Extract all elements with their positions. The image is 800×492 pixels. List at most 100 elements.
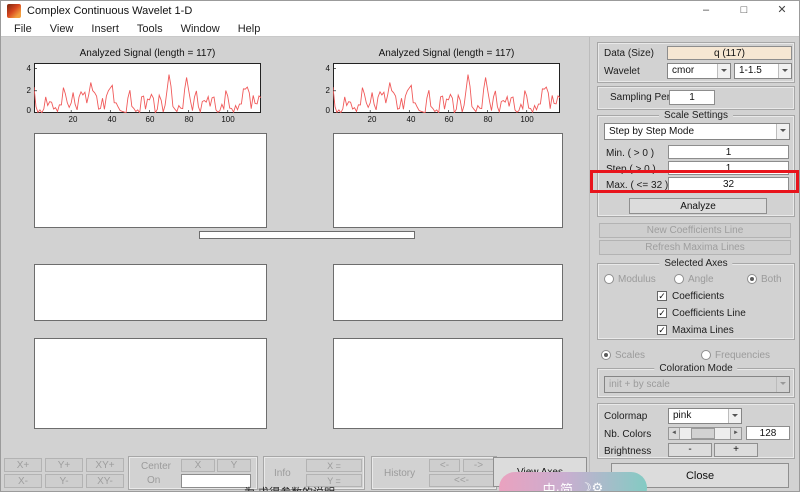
menu-tools[interactable]: Tools bbox=[128, 23, 172, 35]
coefficients-label: Coefficients bbox=[672, 291, 724, 302]
zoom-x-minus-button[interactable]: X- bbox=[4, 474, 42, 488]
sampling-period-group: Sampling Period 1 bbox=[597, 86, 795, 110]
nb-colors-slider[interactable]: ◄ ► bbox=[668, 427, 742, 440]
wavelet-family-dropdown[interactable]: cmor bbox=[667, 63, 731, 79]
colorbar-strip bbox=[199, 231, 415, 239]
menu-insert[interactable]: Insert bbox=[82, 23, 128, 35]
dropdown-arrow-icon bbox=[717, 64, 730, 78]
dropdown-arrow-icon bbox=[776, 124, 789, 139]
both-radio[interactable] bbox=[747, 274, 757, 284]
menu-file[interactable]: File bbox=[5, 23, 41, 35]
history-back-all-button[interactable]: <<- bbox=[429, 474, 494, 487]
brightness-label: Brightness bbox=[604, 446, 651, 457]
scale-mode-dropdown[interactable]: Step by Step Mode bbox=[604, 123, 790, 140]
x-tick-label: 60 bbox=[140, 115, 160, 124]
app-window: Complex Continuous Wavelet 1-D – □ ✕ Fil… bbox=[0, 0, 800, 492]
watermark-text: 中·简 bbox=[543, 479, 573, 492]
zoom-y-minus-button[interactable]: Y- bbox=[45, 474, 83, 488]
wavelet-family-value: cmor bbox=[672, 65, 694, 76]
colormap-value: pink bbox=[673, 410, 691, 421]
watermark: 中·简 ☽⚙ bbox=[499, 472, 647, 492]
slider-left-arrow-icon[interactable]: ◄ bbox=[669, 428, 680, 439]
slider-track[interactable] bbox=[680, 428, 730, 439]
window-title: Complex Continuous Wavelet 1-D bbox=[27, 5, 192, 17]
selected-axes-group: Selected Axes Modulus Angle Both ✓ Coeff… bbox=[597, 263, 795, 340]
menu-bar: File View Insert Tools Window Help bbox=[1, 21, 799, 37]
menu-view[interactable]: View bbox=[41, 23, 83, 35]
sampling-period-input[interactable]: 1 bbox=[669, 90, 715, 105]
frequencies-radio[interactable] bbox=[701, 350, 711, 360]
dropdown-arrow-icon bbox=[778, 64, 791, 78]
maxima-lines-label: Maxima Lines bbox=[672, 325, 734, 336]
scale-settings-title: Scale Settings bbox=[659, 110, 733, 121]
frequencies-label: Frequencies bbox=[715, 350, 770, 361]
y-tick-label: 2 bbox=[317, 86, 330, 95]
panel-divider bbox=[589, 37, 590, 492]
coloration-mode-dropdown[interactable]: init + by scale bbox=[604, 376, 790, 393]
x-tick-label: 20 bbox=[63, 115, 83, 124]
x-tick-label: 80 bbox=[179, 115, 199, 124]
refresh-maxima-lines-button[interactable]: Refresh Maxima Lines bbox=[599, 240, 791, 255]
zoom-x-plus-button[interactable]: X+ bbox=[4, 458, 42, 472]
scale-settings-group: Scale Settings Step by Step Mode Min. ( … bbox=[597, 115, 795, 217]
y-tick-label: 0 bbox=[18, 106, 31, 115]
y-tick-label: 4 bbox=[317, 64, 330, 73]
coefficients-checkbox[interactable]: ✓ bbox=[657, 291, 667, 301]
maximize-icon[interactable]: □ bbox=[725, 1, 763, 21]
zoom-y-plus-button[interactable]: Y+ bbox=[45, 458, 83, 472]
x-tick-label: 60 bbox=[439, 115, 459, 124]
coloration-mode-title: Coloration Mode bbox=[654, 363, 737, 374]
coefficients-line-label: Coefficients Line bbox=[672, 308, 746, 319]
x-tick-label: 40 bbox=[401, 115, 421, 124]
coefficients-line-checkbox[interactable]: ✓ bbox=[657, 308, 667, 318]
dropdown-arrow-icon bbox=[728, 409, 741, 423]
scales-radio[interactable] bbox=[601, 350, 611, 360]
annotation-highlight-box bbox=[590, 170, 799, 193]
center-on-input[interactable] bbox=[181, 474, 251, 488]
zoom-xy-minus-button[interactable]: XY- bbox=[86, 474, 124, 488]
history-group: History <- -> <<- bbox=[371, 456, 497, 490]
nb-colors-input[interactable]: 128 bbox=[746, 426, 790, 440]
wavelet-number-dropdown[interactable]: 1-1.5 bbox=[734, 63, 792, 79]
center-y-button[interactable]: Y bbox=[217, 459, 251, 472]
x-tick-label: 80 bbox=[478, 115, 498, 124]
center-x-button[interactable]: X bbox=[181, 459, 215, 472]
menu-help[interactable]: Help bbox=[229, 23, 270, 35]
min-input[interactable]: 1 bbox=[668, 145, 789, 159]
y-tick-label: 0 bbox=[317, 106, 330, 115]
slider-right-arrow-icon[interactable]: ► bbox=[730, 428, 741, 439]
clipped-caption-text: 为 求得参数的说明 bbox=[244, 484, 335, 492]
analyze-button[interactable]: Analyze bbox=[629, 198, 767, 214]
info-x-field: X = bbox=[306, 459, 362, 472]
coefficients-axes-right bbox=[333, 133, 563, 228]
title-bar: Complex Continuous Wavelet 1-D – □ ✕ bbox=[1, 1, 799, 21]
brightness-minus-button[interactable]: - bbox=[668, 443, 712, 457]
coefficients-line-axes-right bbox=[333, 264, 563, 321]
x-tick-label: 20 bbox=[362, 115, 382, 124]
coloration-mode-group: Coloration Mode init + by scale bbox=[597, 368, 795, 398]
watermark-icons: ☽⚙ bbox=[580, 480, 603, 492]
wavelet-label: Wavelet bbox=[604, 66, 640, 77]
brightness-plus-button[interactable]: + bbox=[714, 443, 758, 457]
new-coefficients-line-button[interactable]: New Coefficients Line bbox=[599, 223, 791, 238]
history-back-button[interactable]: <- bbox=[429, 459, 460, 472]
modulus-label: Modulus bbox=[618, 274, 656, 285]
colormap-dropdown[interactable]: pink bbox=[668, 408, 742, 424]
menu-window[interactable]: Window bbox=[172, 23, 229, 35]
data-wavelet-group: Data (Size) q (117) Wavelet cmor 1-1.5 bbox=[597, 42, 795, 83]
on-label: On bbox=[147, 475, 160, 486]
slider-thumb[interactable] bbox=[691, 428, 715, 439]
zoom-xy-plus-button[interactable]: XY+ bbox=[86, 458, 124, 472]
modulus-radio[interactable] bbox=[604, 274, 614, 284]
y-tick-label: 4 bbox=[18, 64, 31, 73]
maxima-lines-axes-left bbox=[34, 338, 267, 429]
colormap-label: Colormap bbox=[604, 411, 647, 422]
plot-title-left: Analyzed Signal (length = 117) bbox=[34, 48, 261, 59]
x-tick-label: 40 bbox=[102, 115, 122, 124]
history-forward-button[interactable]: -> bbox=[463, 459, 494, 472]
minimize-icon[interactable]: – bbox=[687, 1, 725, 21]
maxima-lines-checkbox[interactable]: ✓ bbox=[657, 325, 667, 335]
close-icon[interactable]: ✕ bbox=[763, 1, 800, 21]
plot-title-right: Analyzed Signal (length = 117) bbox=[333, 48, 560, 59]
angle-radio[interactable] bbox=[674, 274, 684, 284]
